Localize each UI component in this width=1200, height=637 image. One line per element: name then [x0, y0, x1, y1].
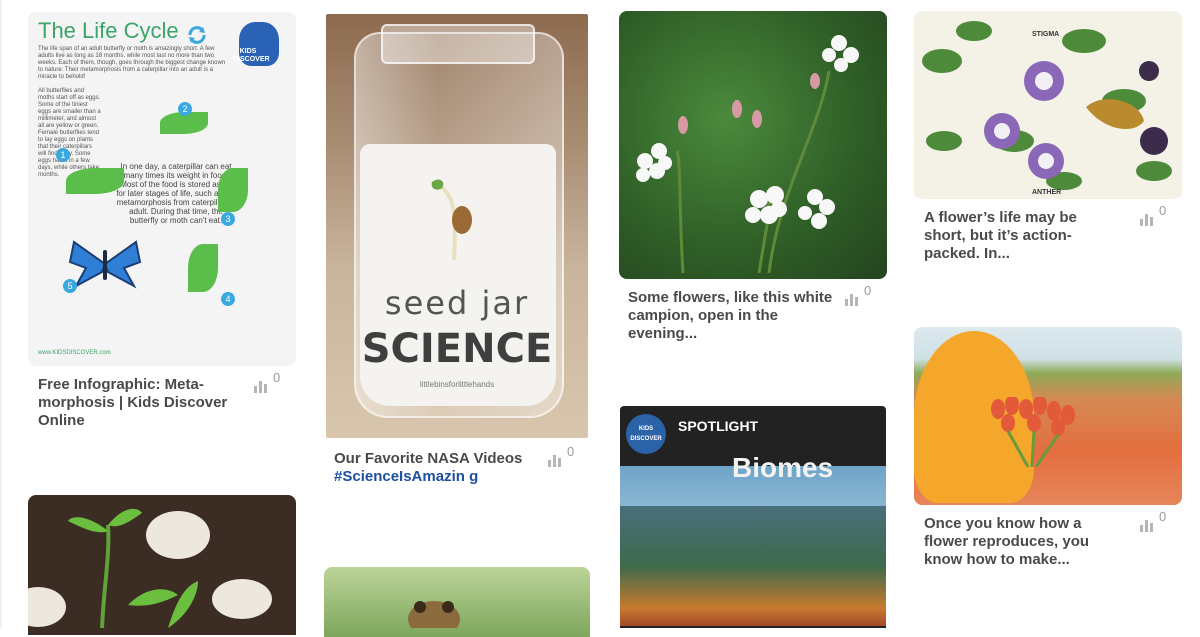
- pin-seedjar[interactable]: seed jar SCIENCE littlebinsforlittlehand…: [326, 14, 588, 514]
- pin-stats: 0: [1140, 203, 1166, 226]
- pin-image-sprouts[interactable]: [28, 495, 296, 635]
- spotlight-label: SPOTLIGHT: [678, 418, 759, 434]
- refresh-icon: [188, 26, 206, 44]
- pin-frog[interactable]: [324, 567, 590, 637]
- pin-lifecycle[interactable]: The Life Cycle KIDS DISCOVER The life sp…: [28, 12, 296, 432]
- frog-photo: [408, 601, 460, 628]
- bar-chart-icon: [254, 380, 267, 393]
- jar-lid-graphic: [381, 24, 535, 64]
- bar-chart-icon: [1140, 213, 1153, 226]
- pin-image-tulips[interactable]: [914, 327, 1182, 505]
- pin-caption[interactable]: Some flowers, like this white campion, o…: [628, 289, 834, 343]
- jar-watermark: littlebinsforlittlehands: [419, 380, 495, 389]
- intro-text: The life span of an adult butterfly or m…: [38, 46, 226, 80]
- pin-image-seedjar[interactable]: seed jar SCIENCE littlebinsforlittlehand…: [326, 14, 588, 438]
- pin-stats: 0: [548, 444, 574, 467]
- egg-text: All butterflies and moths start off as e…: [38, 88, 101, 178]
- pin-tulips[interactable]: Once you know how a flower reproduces, y…: [914, 327, 1182, 587]
- kids-discover-logo: KIDS DISCOVER: [233, 22, 283, 72]
- step-number: 1: [56, 148, 70, 162]
- leaf-graphic: [218, 168, 248, 212]
- jar-title-line2: SCIENCE: [361, 326, 553, 372]
- botanical-illustration: [922, 21, 1172, 190]
- step-number: 4: [221, 292, 235, 306]
- step-number: 3: [221, 212, 235, 226]
- bar-chart-icon: [548, 454, 561, 467]
- pin-campion[interactable]: Some flowers, like this white campion, o…: [619, 11, 887, 351]
- save-count: 0: [1159, 203, 1167, 218]
- pin-image-lifecycle[interactable]: The Life Cycle KIDS DISCOVER The life sp…: [28, 12, 296, 366]
- pin-caption[interactable]: Free Infographic: Meta-morphosis | Kids …: [38, 376, 248, 430]
- mountain-landscape: [620, 506, 886, 626]
- jar-title-line1: seed jar: [384, 284, 530, 322]
- save-count: 0: [273, 370, 281, 385]
- pin-image-frog[interactable]: [324, 567, 590, 637]
- pin-image-biomes[interactable]: KIDS DISCOVER SPOTLIGHT Biomes: [620, 406, 886, 628]
- flower-photo: [636, 35, 859, 274]
- pin-sprouts[interactable]: [28, 495, 296, 635]
- pin-caption[interactable]: Our Favorite NASA Videos #ScienceIsAmazi…: [334, 450, 534, 486]
- caption-text: Our Favorite NASA Videos: [334, 450, 523, 467]
- bar-chart-icon: [845, 293, 858, 306]
- sprout-icon: [431, 179, 472, 261]
- footer-url: www.KIDSDISCOVER.com: [38, 350, 111, 356]
- left-edge-divider: [0, 0, 2, 628]
- pin-caption[interactable]: Once you know how a flower reproduces, y…: [924, 515, 1104, 569]
- leaf-graphic: [66, 168, 124, 194]
- pin-image-campion[interactable]: [619, 11, 887, 279]
- step-number: 2: [178, 102, 192, 116]
- butterfly-icon: [68, 240, 142, 289]
- caption-hashtag[interactable]: #ScienceIsAmazin g: [334, 468, 478, 485]
- save-count: 0: [567, 444, 575, 459]
- stigma-label: STIGMA: [1032, 31, 1060, 38]
- save-count: 0: [1159, 509, 1167, 524]
- pin-image-passionflower[interactable]: STIGMA ANTHER: [914, 11, 1182, 199]
- step-number: 5: [63, 279, 77, 293]
- bar-chart-icon: [1140, 519, 1153, 532]
- biomes-title: Biomes: [732, 452, 834, 483]
- pin-stats: 0: [1140, 509, 1166, 532]
- pin-biomes[interactable]: KIDS DISCOVER SPOTLIGHT Biomes: [620, 406, 886, 628]
- kids-discover-logo: KIDS DISCOVER: [626, 414, 666, 454]
- pin-stats: 0: [254, 370, 280, 393]
- pin-passionflower[interactable]: STIGMA ANTHER A flower’s life may be sho…: [914, 11, 1182, 281]
- anther-label: ANTHER: [1032, 189, 1062, 196]
- pin-caption[interactable]: A flower’s life may be short, but it’s a…: [924, 209, 1100, 263]
- pin-stats: 0: [845, 283, 871, 306]
- save-count: 0: [864, 283, 872, 298]
- sprout-photo: [28, 508, 272, 628]
- tulip-bouquet: [991, 397, 1075, 467]
- leaf-graphic: [188, 244, 218, 292]
- infographic-title: The Life Cycle: [38, 18, 179, 43]
